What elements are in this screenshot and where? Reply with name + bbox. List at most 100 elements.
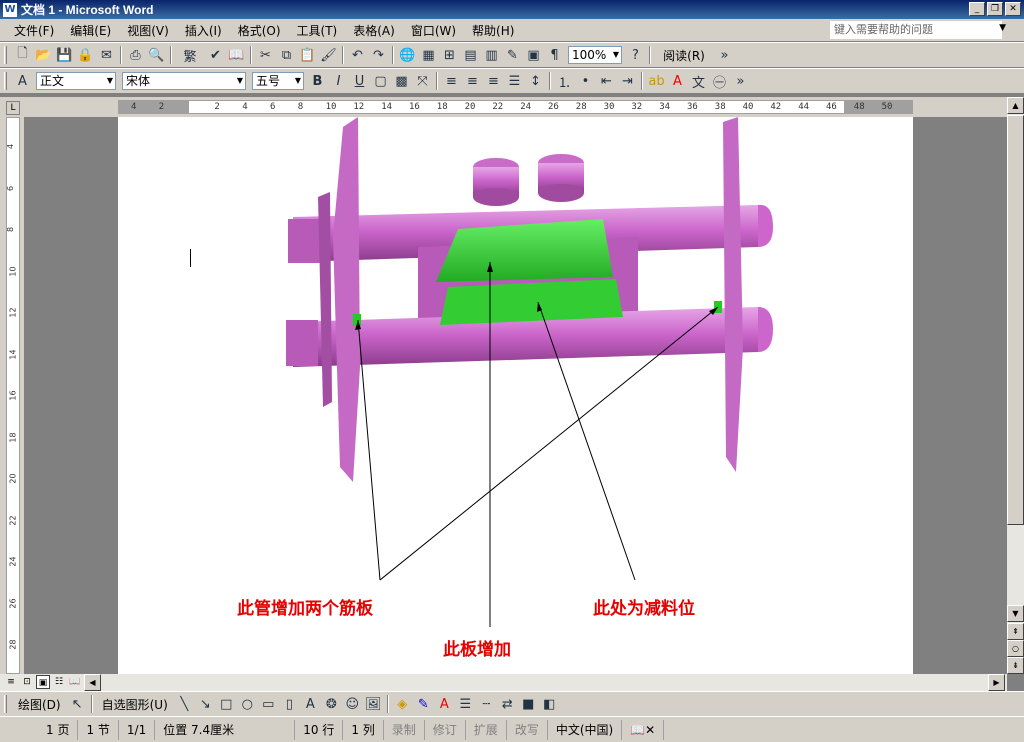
enclose-chars-icon[interactable]: ㊀ [709,71,730,91]
menu-edit[interactable]: 编辑(E) [62,22,119,39]
bullets-icon[interactable]: • [575,71,596,91]
zoom-select[interactable]: 100% ▼ [568,46,622,64]
email-icon[interactable]: ✉ [96,45,117,65]
word-app-icon[interactable]: W [3,2,17,17]
help-dropdown-icon[interactable]: ▼ [999,23,1006,33]
next-page-button[interactable]: ⇟ [1007,657,1024,674]
tables-borders-icon[interactable]: ▦ [418,45,439,65]
read-button[interactable]: 阅读(R) [654,45,714,65]
styles-icon[interactable]: A [12,71,33,91]
minimize-button[interactable]: _ [969,2,985,16]
tab-selector-icon[interactable]: L [6,101,20,115]
align-left-icon[interactable]: ≡ [441,71,462,91]
menu-window[interactable]: 窗口(W) [403,22,464,39]
status-track[interactable]: 修订 [425,719,466,740]
menu-insert[interactable]: 插入(I) [177,22,230,39]
rectangle-icon[interactable]: □ [216,694,237,714]
vertical-ruler[interactable]: 4 6 8 10 12 14 16 18 20 22 24 26 28 [6,117,20,674]
oval-icon[interactable]: ○ [237,694,258,714]
diagram-icon[interactable]: ❂ [321,694,342,714]
clipart-icon[interactable]: ☺ [342,694,363,714]
shadow-icon[interactable]: ■ [518,694,539,714]
wordart-icon[interactable]: A [300,694,321,714]
fill-color-icon[interactable]: ◈ [392,694,413,714]
menu-file[interactable]: 文件(F) [6,22,62,39]
menu-format[interactable]: 格式(O) [230,22,289,39]
restore-button[interactable]: ❐ [987,2,1003,16]
vertical-scrollbar[interactable]: ▲ ▼ ⇞ ○ ⇟ [1007,97,1024,674]
align-center-icon[interactable]: ≡ [462,71,483,91]
horizontal-ruler[interactable]: 4 2 2 4 6 8 10 12 14 16 18 20 22 24 26 28 30 32 34 36 38 40 42… [118,100,913,114]
toolbar-grip[interactable] [4,72,7,90]
spelling-icon[interactable]: ✔ [205,45,226,65]
document-map-icon[interactable]: ▣ [523,45,544,65]
toolbar-options-icon[interactable]: » [730,71,751,91]
undo-icon[interactable]: ↶ [347,45,368,65]
show-hide-icon[interactable]: ¶ [544,45,565,65]
insert-excel-icon[interactable]: ▤ [460,45,481,65]
menu-table[interactable]: 表格(A) [345,22,403,39]
status-record[interactable]: 录制 [384,719,425,740]
outline-view-icon[interactable]: ☷ [52,675,66,689]
autoshapes-menu[interactable]: 自选图形(U) [96,696,174,713]
insert-table-icon[interactable]: ⊞ [439,45,460,65]
save-icon[interactable]: 💾 [54,45,75,65]
justify-icon[interactable]: ☰ [504,71,525,91]
mechanical-model-image[interactable] [118,117,913,674]
toolbar-grip[interactable] [4,46,7,64]
decrease-indent-icon[interactable]: ⇤ [596,71,617,91]
research-icon[interactable]: 📖 [226,45,247,65]
menu-view[interactable]: 视图(V) [119,22,177,39]
help-search-input[interactable]: 键入需要帮助的问题 [830,21,1002,39]
scroll-right-button[interactable]: ▶ [988,674,1005,691]
font-color-icon[interactable]: A [667,71,688,91]
scroll-up-button[interactable]: ▲ [1007,97,1024,114]
toolbar-grip[interactable] [4,695,7,713]
draw-menu[interactable]: 绘图(D) [12,696,67,713]
font-select[interactable]: 宋体 ▼ [122,72,246,90]
spelling-status-icon[interactable]: 📖✕ [622,719,665,740]
redo-icon[interactable]: ↷ [368,45,389,65]
arrow-icon[interactable]: ↘ [195,694,216,714]
horizontal-scrollbar[interactable]: ≡ ⊡ ▣ ☷ 📖 ◀ ▶ [0,674,1007,691]
arrow-style-icon[interactable]: ⇄ [497,694,518,714]
prev-page-button[interactable]: ⇞ [1007,623,1024,640]
char-shading-icon[interactable]: ▩ [391,71,412,91]
permission-icon[interactable]: 🔒 [75,45,96,65]
line-style-icon[interactable]: ☰ [455,694,476,714]
line-icon[interactable]: ╲ [174,694,195,714]
char-scale-icon[interactable]: ⤧ [412,71,433,91]
print-icon[interactable]: ⎙ [125,45,146,65]
traditional-chinese-button[interactable]: 繁 [175,45,205,65]
browse-object-button[interactable]: ○ [1007,640,1024,657]
cut-icon[interactable]: ✂ [255,45,276,65]
hyperlink-icon[interactable]: 🌐 [397,45,418,65]
scroll-thumb[interactable] [1007,115,1024,525]
draw-font-color-icon[interactable]: A [434,694,455,714]
align-right-icon[interactable]: ≡ [483,71,504,91]
scroll-down-button[interactable]: ▼ [1007,605,1024,622]
paste-icon[interactable]: 📋 [297,45,318,65]
status-overtype[interactable]: 改写 [507,719,548,740]
dash-style-icon[interactable]: ┄ [476,694,497,714]
help-icon[interactable]: ? [625,45,646,65]
scroll-left-button[interactable]: ◀ [84,674,101,691]
vertical-textbox-icon[interactable]: ▯ [279,694,300,714]
underline-icon[interactable]: U [349,71,370,91]
italic-icon[interactable]: I [328,71,349,91]
line-color-icon[interactable]: ✎ [413,694,434,714]
columns-icon[interactable]: ▥ [481,45,502,65]
open-icon[interactable]: 📂 [33,45,54,65]
menu-help[interactable]: 帮助(H) [464,22,522,39]
bold-icon[interactable]: B [307,71,328,91]
web-view-icon[interactable]: ⊡ [20,675,34,689]
status-extend[interactable]: 扩展 [466,719,507,740]
toolbar-options-icon[interactable]: » [714,45,735,65]
numbering-icon[interactable]: ⒈ [554,71,575,91]
format-painter-icon[interactable]: 🖌 [318,45,339,65]
phonetic-guide-icon[interactable]: 文 [688,71,709,91]
normal-view-icon[interactable]: ≡ [4,675,18,689]
line-spacing-icon[interactable]: ↕ [525,71,546,91]
drawing-icon[interactable]: ✎ [502,45,523,65]
textbox-icon[interactable]: ▭ [258,694,279,714]
